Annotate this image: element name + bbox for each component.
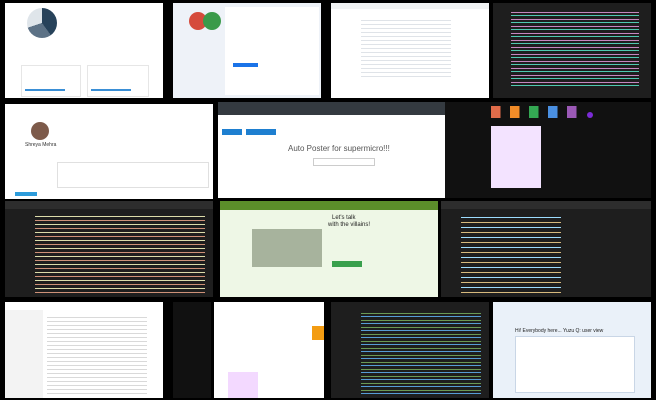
- contact-form-tile: [173, 3, 321, 98]
- profile-name: Shreya Mehra: [25, 142, 57, 148]
- pie-chart: [27, 8, 57, 38]
- dashboard-tile: [5, 3, 163, 98]
- post-image: [228, 372, 258, 398]
- dark-nav-tile: [173, 302, 211, 398]
- toolbar-strip: [331, 3, 489, 9]
- code-lines: [361, 310, 481, 394]
- screenshot-grid: Shreya Mehra Auto Poster for supermicro!…: [0, 0, 656, 400]
- css-editor-tile: [441, 201, 651, 297]
- avatar-green: [203, 12, 221, 30]
- web-app-heading: Hi! Everybody here... Yuzu Q: user view: [515, 328, 604, 334]
- hero-image: [252, 229, 322, 267]
- code-tile-3: [331, 302, 489, 398]
- start-button[interactable]: [222, 129, 242, 135]
- code-lines: [511, 9, 639, 89]
- progress-bar-right: [91, 89, 131, 91]
- tabs: [441, 201, 651, 209]
- text-block: [361, 17, 451, 77]
- web-app-tile: Hi! Everybody here... Yuzu Q: user view: [493, 302, 651, 398]
- code-tile-2: [5, 201, 213, 297]
- tree-panel: [5, 310, 43, 398]
- stats-card-right: [87, 65, 149, 97]
- tabs: [5, 201, 213, 209]
- hero-subtitle: with the villains!: [328, 222, 371, 228]
- brand-button[interactable]: [587, 112, 593, 118]
- hero-title: Let's talk: [332, 215, 356, 221]
- orange-badge: [312, 326, 324, 340]
- code-lines: [35, 213, 205, 293]
- cta-button[interactable]: [332, 261, 362, 267]
- profile-tile: Shreya Mehra: [5, 104, 213, 199]
- stats-card-left: [21, 65, 81, 97]
- post-button[interactable]: [15, 192, 37, 196]
- page-heading: Auto Poster for supermicro!!!: [288, 144, 390, 153]
- green-header: [220, 201, 438, 210]
- social-feed-tile: [214, 302, 324, 398]
- avatar: [31, 122, 49, 140]
- top-nav: [218, 102, 462, 115]
- form-panel: [225, 7, 319, 95]
- css-lines: [461, 213, 561, 293]
- code-tile-1: [493, 3, 651, 98]
- sidebar-tile: [445, 102, 487, 198]
- landing-page-tile: Let's talk with the villains!: [220, 201, 438, 297]
- message-box: [57, 162, 209, 188]
- progress-bar-left: [25, 89, 65, 91]
- input-field[interactable]: [313, 158, 375, 166]
- form-box: [515, 336, 635, 393]
- photo-card: [491, 126, 541, 188]
- schedule-button[interactable]: [246, 129, 276, 135]
- file-manager-tile: [5, 302, 163, 398]
- document-tile: [331, 3, 489, 98]
- submit-button[interactable]: [233, 63, 258, 67]
- social-tile: [487, 102, 651, 198]
- content-lines: [47, 314, 147, 394]
- header-icons: [491, 106, 586, 118]
- auto-poster-tile: Auto Poster for supermicro!!!: [218, 102, 462, 198]
